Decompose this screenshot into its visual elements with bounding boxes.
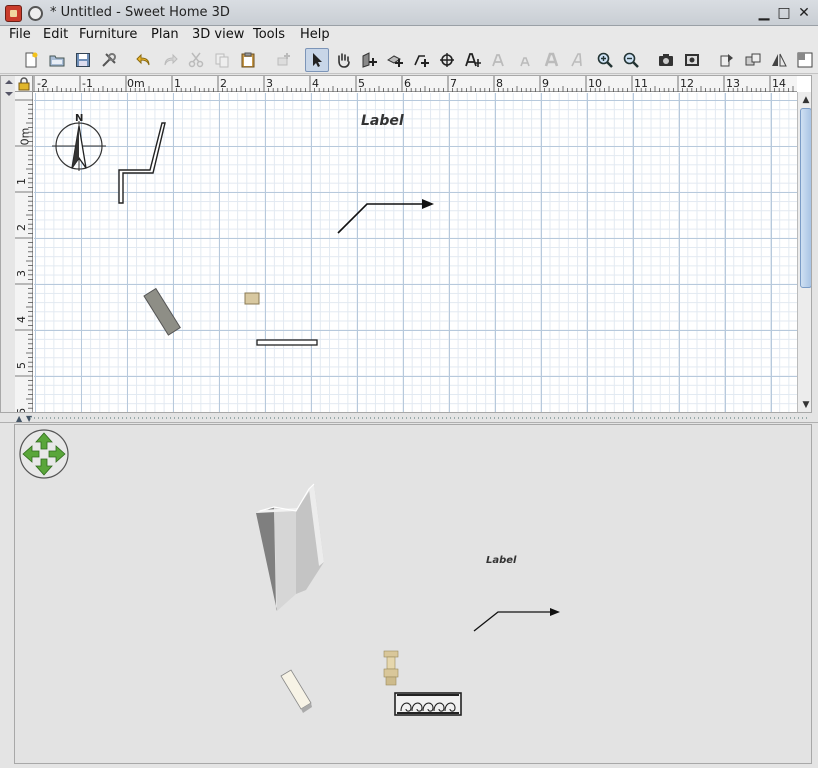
add-furniture-button[interactable] (271, 48, 295, 72)
plan-bench[interactable] (143, 287, 181, 336)
menu-help[interactable]: Help (300, 27, 330, 42)
create-polylines-icon (414, 55, 429, 67)
italic-text-button[interactable] (566, 48, 590, 72)
3d-text-label[interactable]: Label (486, 555, 517, 566)
3d-polyline-arrow[interactable] (473, 608, 560, 632)
copy-button[interactable] (210, 48, 234, 72)
create-video-button[interactable] (680, 48, 704, 72)
create-polylines-button[interactable] (409, 48, 433, 72)
sticky-window-icon[interactable] (28, 6, 43, 21)
create-labels-button[interactable] (461, 48, 485, 72)
3d-lamp[interactable] (383, 650, 399, 686)
zoom-in-icon (597, 52, 613, 68)
pan-mode-button[interactable] (331, 48, 355, 72)
menu-plan[interactable]: Plan (151, 27, 179, 42)
undo-button[interactable] (132, 48, 156, 72)
window-title: * Untitled - Sweet Home 3D (50, 5, 230, 20)
flip-icon (772, 53, 787, 67)
main-toolbar (0, 46, 818, 74)
paste-icon (241, 52, 255, 68)
menu-furniture[interactable]: Furniture (79, 27, 137, 42)
import-texture-icon (745, 53, 761, 66)
compass-rose[interactable] (52, 121, 106, 171)
maximize-button[interactable]: □ (775, 4, 793, 22)
bold-text-icon (544, 52, 559, 67)
preferences-icon (102, 53, 116, 67)
create-rooms-button[interactable] (383, 48, 407, 72)
new-home-icon (25, 52, 38, 68)
plan-vertical-scrollbar[interactable]: ▲ ▼ (797, 92, 811, 412)
splitter-grip (30, 417, 808, 419)
menu-edit[interactable]: Edit (43, 27, 68, 42)
view-splitter[interactable]: ▲ ▼ (0, 413, 818, 423)
create-rooms-icon (387, 55, 403, 67)
create-dimensions-icon (440, 53, 454, 67)
redo-button[interactable] (158, 48, 182, 72)
cut-button[interactable] (184, 48, 208, 72)
import-furniture-icon (720, 54, 733, 67)
open-button[interactable] (45, 48, 69, 72)
increase-text-size-icon (492, 54, 504, 67)
3d-view[interactable]: Label (14, 424, 812, 764)
cut-icon (188, 52, 204, 68)
scroll-thumb[interactable] (800, 108, 811, 288)
app-window: * Untitled - Sweet Home 3D ▁ □ ✕ File Ed… (0, 0, 818, 768)
menu-bar: File Edit Furniture Plan 3D view Tools H… (0, 26, 818, 46)
select-mode-icon (313, 53, 322, 67)
plan-railing[interactable] (256, 339, 318, 346)
splitter-up-arrow-icon[interactable]: ▲ (16, 414, 22, 423)
zoom-in-button[interactable] (593, 48, 617, 72)
import-texture-button[interactable] (741, 48, 765, 72)
create-dimensions-button[interactable] (435, 48, 459, 72)
menu-3d-view[interactable]: 3D view (192, 27, 244, 42)
close-button[interactable]: ✕ (795, 4, 813, 22)
paste-button[interactable] (236, 48, 260, 72)
redo-icon (164, 53, 178, 66)
title-bar: * Untitled - Sweet Home 3D ▁ □ ✕ (0, 0, 818, 26)
undo-icon (136, 53, 150, 66)
3d-ornate-railing[interactable] (394, 692, 462, 716)
copy-icon (215, 53, 229, 68)
plan-view[interactable]: -2 -1 0m 1 2 3 4 5 6 7 8 9 10 11 12 13 1… (0, 75, 812, 413)
toggle-view-button[interactable] (793, 48, 817, 72)
new-home-button[interactable] (19, 48, 43, 72)
create-walls-button[interactable] (357, 48, 381, 72)
plan-wall[interactable] (118, 122, 166, 204)
increase-text-size-button[interactable] (488, 48, 512, 72)
minimize-button[interactable]: ▁ (755, 4, 773, 22)
create-photo-button[interactable] (654, 48, 678, 72)
3d-scene (256, 483, 560, 716)
toggle-view-icon (797, 52, 813, 68)
pan-mode-icon (338, 53, 350, 68)
create-labels-icon (465, 53, 481, 67)
sweet-home-app-icon[interactable] (5, 5, 22, 22)
flip-button[interactable] (767, 48, 791, 72)
import-furniture-button[interactable] (715, 48, 739, 72)
menu-file[interactable]: File (9, 27, 31, 42)
bold-text-button[interactable] (540, 48, 564, 72)
create-photo-icon (659, 54, 673, 66)
italic-text-icon (571, 53, 582, 67)
preferences-button[interactable] (97, 48, 121, 72)
create-video-icon (685, 54, 699, 66)
plan-polyline-arrow[interactable] (337, 199, 434, 234)
add-furniture-icon (277, 53, 290, 66)
scroll-down-arrow-icon[interactable]: ▼ (801, 400, 811, 410)
create-walls-icon (362, 52, 377, 68)
3d-bench[interactable] (280, 669, 312, 713)
decrease-text-size-icon (520, 57, 530, 67)
select-mode-button[interactable] (305, 48, 329, 72)
open-icon (49, 55, 65, 67)
plan-small-table[interactable] (244, 292, 260, 305)
menu-tools[interactable]: Tools (253, 27, 285, 42)
3d-wall[interactable] (256, 483, 324, 611)
scroll-up-arrow-icon[interactable]: ▲ (801, 95, 811, 105)
save-button[interactable] (71, 48, 95, 72)
save-icon (76, 53, 90, 67)
zoom-out-icon (623, 52, 639, 68)
decrease-text-size-button[interactable] (514, 48, 538, 72)
zoom-out-button[interactable] (619, 48, 643, 72)
plan-text-label[interactable]: Label (361, 113, 404, 129)
compass-north-letter: N (75, 113, 84, 124)
